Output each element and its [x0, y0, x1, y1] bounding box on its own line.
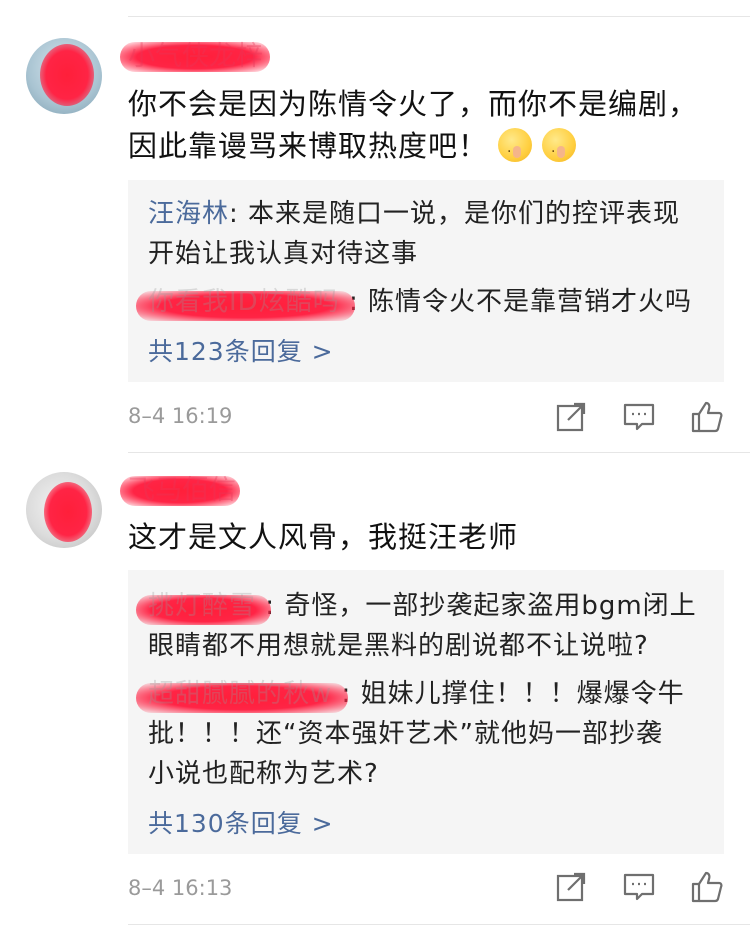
reply-author[interactable]: 你看我ID炫酷吗 — [136, 287, 355, 321]
reply-item[interactable]: 挑灯醉雪 : 奇怪，一部抄袭起家盗用bgm闭上 眼睛都不用想就是黑料的剧说都不让… — [136, 586, 708, 666]
comment-button[interactable] — [622, 870, 656, 904]
reply-preview-box[interactable]: 挑灯醉雪 : 奇怪，一部抄袭起家盗用bgm闭上 眼睛都不用想就是黑料的剧说都不让… — [128, 570, 724, 854]
comment-text: 这才是文人风骨，我挺汪老师 — [128, 520, 519, 554]
reply-author[interactable]: 汪海林 — [148, 199, 229, 229]
comment-username[interactable]: 小气侠龙梓 — [120, 40, 270, 74]
comment-divider — [128, 924, 750, 925]
reply-text: 本来是随口一说，是你们的控评表现 — [248, 199, 681, 229]
avatar-redaction — [44, 482, 92, 542]
reply-text: 开始让我认真对待这事 — [148, 239, 419, 269]
like-button[interactable] — [690, 400, 724, 434]
comment-divider — [128, 452, 750, 453]
shush-emoji-icon — [498, 128, 533, 173]
reply-item[interactable]: 你看我ID炫酷吗 : 陈情令火不是靠营销才火吗 — [136, 282, 708, 322]
share-icon — [556, 402, 586, 432]
shush-emoji-icon — [542, 128, 577, 173]
reply-text: 小说也配称为艺术? — [148, 759, 379, 789]
share-button[interactable] — [554, 870, 588, 904]
comment-icon — [623, 873, 655, 901]
comment-username[interactable]: 飞马佰信 — [120, 474, 240, 508]
top-divider — [128, 16, 750, 17]
reply-text: 眼睛都不用想就是黑料的剧说都不让说啦? — [148, 631, 649, 661]
reply-preview-box[interactable]: 汪海林: 本来是随口一说，是你们的控评表现 开始让我认真对待这事 你看我ID炫酷… — [128, 180, 724, 382]
reply-text: 姐妹儿撑住！！！爆爆令牛 — [360, 679, 685, 709]
comment-text: 你不会是因为陈情令火了，而你不是编剧， 因此靠谩骂来博取热度吧！ — [128, 83, 728, 173]
comment-button[interactable] — [622, 400, 656, 434]
comment-text-line: 你不会是因为陈情令火了，而你不是编剧， — [128, 87, 699, 121]
like-button[interactable] — [690, 870, 724, 904]
more-replies-link[interactable]: 共123条回复 > — [148, 332, 334, 368]
avatar[interactable] — [26, 38, 102, 114]
like-icon — [691, 401, 723, 433]
reply-text: 批！！！还“资本强奸艺术”就他妈一部抄袭 — [148, 719, 663, 749]
reply-item[interactable]: 汪海林: 本来是随口一说，是你们的控评表现 开始让我认真对待这事 — [148, 194, 708, 274]
comment-icon — [623, 403, 655, 431]
reply-author[interactable]: 超甜腻腻的秋w — [136, 679, 348, 713]
comment-timestamp: 8–4 16:19 — [128, 404, 233, 428]
share-button[interactable] — [554, 400, 588, 434]
comment-timestamp: 8–4 16:13 — [128, 876, 233, 900]
avatar[interactable] — [26, 472, 102, 548]
reply-text: 奇怪，一部抄袭起家盗用bgm闭上 — [284, 591, 697, 621]
like-icon — [691, 871, 723, 903]
avatar-redaction — [40, 44, 94, 106]
share-icon — [556, 872, 586, 902]
comment-text-line: 因此靠谩骂来博取热度吧！ — [128, 129, 489, 163]
reply-text: 陈情令火不是靠营销才火吗 — [368, 287, 693, 317]
more-replies-link[interactable]: 共130条回复 > — [148, 804, 334, 840]
reply-item[interactable]: 超甜腻腻的秋w : 姐妹儿撑住！！！爆爆令牛 批！！！还“资本强奸艺术”就他妈一… — [136, 674, 708, 794]
reply-author[interactable]: 挑灯醉雪 — [136, 591, 272, 625]
